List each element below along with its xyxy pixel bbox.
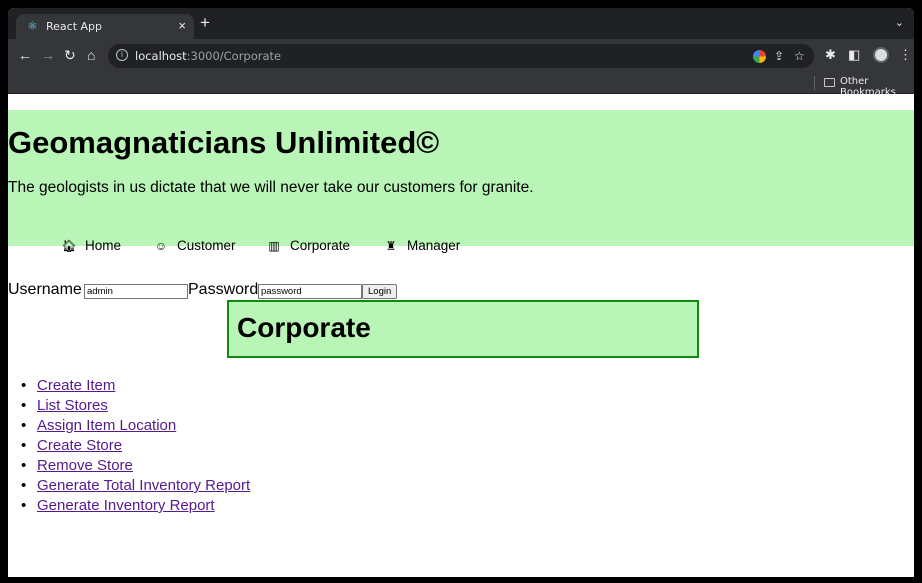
profile-avatar[interactable] xyxy=(873,47,889,63)
home-button-icon[interactable]: ⌂ xyxy=(87,47,95,63)
forward-icon[interactable]: → xyxy=(41,47,55,63)
menu-kebab-icon[interactable]: ⋮ xyxy=(899,47,912,63)
close-tab-icon[interactable]: × xyxy=(178,18,186,33)
site-tagline: The geologists in us dictate that we wil… xyxy=(8,179,534,196)
list-item: Create Item xyxy=(21,376,250,396)
username-input[interactable] xyxy=(84,284,188,299)
home-icon: 🏠︎ xyxy=(61,239,77,253)
react-icon: ⚛ xyxy=(27,19,38,33)
assign-item-location-link[interactable]: Assign Item Location xyxy=(37,417,176,434)
new-tab-button[interactable]: + xyxy=(200,14,210,31)
list-item: List Stores xyxy=(21,396,250,416)
list-item: Assign Item Location xyxy=(21,416,250,436)
username-label: Username xyxy=(8,281,82,298)
back-icon[interactable]: ← xyxy=(18,47,32,63)
tab-search-icon[interactable]: ⌄ xyxy=(895,16,904,29)
list-item: Generate Inventory Report xyxy=(21,496,250,516)
reload-icon[interactable]: ↻ xyxy=(64,47,76,63)
manager-icon: ♜ xyxy=(385,239,397,253)
building-icon: ▥ xyxy=(268,239,280,253)
site-info-icon[interactable]: i xyxy=(116,49,128,61)
browser-toolbar: ← → ↻ ⌂ i localhost:3000/Corporate ⇪ ☆ ✱… xyxy=(8,39,914,72)
login-button[interactable]: Login xyxy=(362,284,398,299)
generate-inventory-report-link[interactable]: Generate Inventory Report xyxy=(37,497,215,514)
nav-customer[interactable]: ☺ Customer xyxy=(153,238,236,253)
extensions-icon[interactable]: ✱ xyxy=(825,47,836,63)
bookmarks-bar: Other Bookmarks xyxy=(8,72,914,98)
tab-title: React App xyxy=(46,20,103,33)
section-banner: Corporate xyxy=(227,300,699,358)
create-store-link[interactable]: Create Store xyxy=(37,437,122,454)
bookmarks-divider xyxy=(814,76,815,90)
site-header: Geomagnaticians Unlimited© The geologist… xyxy=(8,110,914,253)
corporate-menu: Create Item List Stores Assign Item Loca… xyxy=(21,376,250,516)
page-content: Geomagnaticians Unlimited© The geologist… xyxy=(8,94,914,577)
folder-icon xyxy=(824,78,835,87)
generate-total-inventory-report-link[interactable]: Generate Total Inventory Report xyxy=(37,477,250,494)
list-stores-link[interactable]: List Stores xyxy=(37,397,108,414)
list-item: Remove Store xyxy=(21,456,250,476)
password-input[interactable] xyxy=(258,284,362,299)
url-text[interactable]: localhost:3000/Corporate xyxy=(135,49,281,63)
password-label: Password xyxy=(188,281,259,298)
share-icon[interactable]: ⇪ xyxy=(774,49,784,63)
tab-strip: ⚛ React App × + ⌄ xyxy=(8,8,914,39)
remove-store-link[interactable]: Remove Store xyxy=(37,457,133,474)
list-item: Create Store xyxy=(21,436,250,456)
google-lens-icon[interactable] xyxy=(753,50,766,63)
browser-tab[interactable]: ⚛ React App × xyxy=(16,14,194,39)
page-title: Corporate xyxy=(237,312,371,343)
side-panel-icon[interactable]: ◧ xyxy=(848,47,860,63)
list-item: Generate Total Inventory Report xyxy=(21,476,250,496)
create-item-link[interactable]: Create Item xyxy=(37,377,115,394)
site-title: Geomagnaticians Unlimited© xyxy=(8,125,440,160)
nav-corporate[interactable]: ▥ Corporate xyxy=(266,238,350,253)
nav-manager[interactable]: ♜ Manager xyxy=(383,238,461,253)
address-bar[interactable]: i localhost:3000/Corporate ⇪ ☆ xyxy=(108,44,814,68)
browser-window: ⚛ React App × + ⌄ ← → ↻ ⌂ i localhost:30… xyxy=(8,8,914,577)
smiley-icon: ☺ xyxy=(154,239,168,253)
nav-home[interactable]: 🏠︎ Home xyxy=(61,238,121,253)
bookmark-star-icon[interactable]: ☆ xyxy=(794,49,805,63)
